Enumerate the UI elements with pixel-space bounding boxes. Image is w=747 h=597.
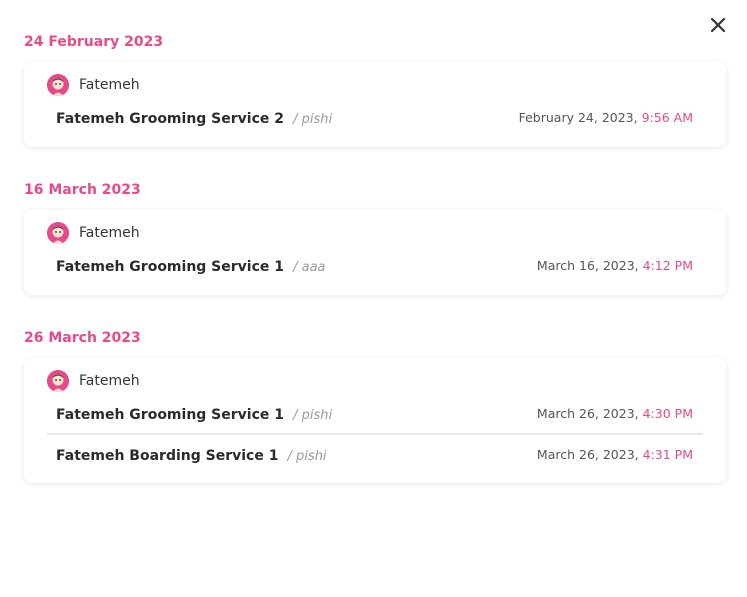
history-card: Fatemeh Fatemeh Grooming Service 1 / aaa… [24,210,726,295]
owner-row: Fatemeh [47,368,703,393]
service-subtitle: / pishi [293,407,333,423]
history-panel: 24 February 2023 Fatemeh Fatemeh Groomin… [0,0,747,597]
service-subtitle: / pishi [293,111,333,127]
avatar-icon [47,73,69,96]
date-group: 16 March 2023 Fatemeh Fatemeh Grooming S… [24,180,726,295]
timestamp-date: March 26, 2023, [536,446,639,462]
avatar [47,369,69,392]
history-card: Fatemeh Fatemeh Grooming Service 1 / pis… [24,358,726,483]
history-row[interactable]: Fatemeh Grooming Service 1 / aaa March 1… [47,245,703,285]
avatar-icon [47,221,69,244]
service-name: Fatemeh Grooming Service 2 [56,110,284,127]
timestamp: February 24, 2023, 9:56 AM [519,110,693,125]
service-name: Fatemeh Grooming Service 1 [56,406,284,423]
date-group: 24 February 2023 Fatemeh Fatemeh Groomin… [24,32,726,147]
date-heading: 16 March 2023 [24,182,141,198]
timestamp-date: March 16, 2023, [536,257,639,273]
history-row[interactable]: Fatemeh Boarding Service 1 / pishi March… [47,433,703,473]
timestamp-date: February 24, 2023, [518,109,638,125]
history-row[interactable]: Fatemeh Grooming Service 2 / pishi Febru… [47,97,703,137]
date-heading: 26 March 2023 [24,330,141,346]
owner-row: Fatemeh [47,72,703,97]
service-name: Fatemeh Grooming Service 1 [56,258,284,275]
timestamp: March 16, 2023, 4:12 PM [537,258,693,273]
avatar-icon [47,369,69,392]
service-name: Fatemeh Boarding Service 1 [56,447,279,464]
date-heading: 24 February 2023 [24,34,164,50]
timestamp-time: 4:12 PM [642,257,693,273]
history-row[interactable]: Fatemeh Grooming Service 1 / pishi March… [47,393,703,433]
timestamp-time: 4:31 PM [642,446,693,462]
timestamp: March 26, 2023, 4:30 PM [537,406,693,421]
date-group: 26 March 2023 Fatemeh Fatemeh Grooming S… [24,328,726,483]
close-icon [710,17,726,33]
timestamp-date: March 26, 2023, [536,405,639,421]
timestamp-time: 9:56 AM [641,109,693,125]
owner-name: Fatemeh [79,76,140,93]
timestamp: March 26, 2023, 4:31 PM [537,447,693,462]
service-subtitle: / aaa [293,259,326,275]
timestamp-time: 4:30 PM [642,405,693,421]
owner-name: Fatemeh [79,224,140,241]
close-button[interactable] [707,14,729,36]
avatar [47,221,69,244]
history-card: Fatemeh Fatemeh Grooming Service 2 / pis… [24,62,726,147]
service-subtitle: / pishi [287,448,327,464]
owner-name: Fatemeh [79,372,140,389]
avatar [47,73,69,96]
owner-row: Fatemeh [47,220,703,245]
